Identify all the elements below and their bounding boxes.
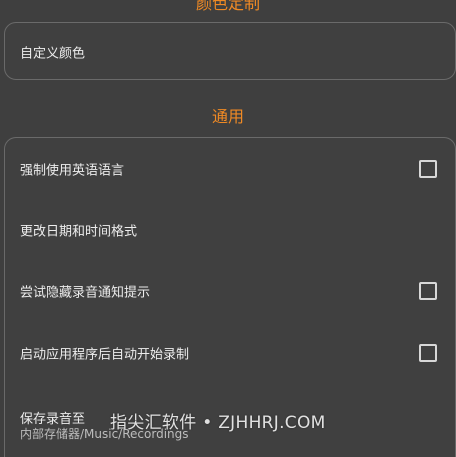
section-title-color-customization: 颜色定制	[195, 0, 260, 13]
hide-recording-notification-option[interactable]: 尝试隐藏录音通知提示	[5, 271, 455, 311]
date-time-format-label: 更改日期和时间格式	[20, 224, 138, 240]
hide-recording-notification-label: 尝试隐藏录音通知提示	[20, 285, 151, 301]
auto-start-recording-option[interactable]: 启动应用程序后自动开始录制	[5, 333, 455, 373]
force-english-label: 强制使用英语语言	[20, 163, 125, 179]
custom-color-option[interactable]: 自定义颜色	[5, 32, 455, 72]
force-english-option[interactable]: 强制使用英语语言	[5, 149, 455, 189]
auto-start-recording-checkbox[interactable]	[419, 344, 437, 362]
custom-color-label: 自定义颜色	[20, 46, 86, 62]
force-english-checkbox[interactable]	[419, 160, 437, 178]
date-time-format-option[interactable]: 更改日期和时间格式	[5, 210, 455, 250]
watermark: 指尖汇软件 • ZJHHRJ.COM	[110, 413, 326, 433]
hide-recording-notification-checkbox[interactable]	[419, 282, 437, 300]
section-title-general: 通用	[211, 107, 244, 126]
color-customization-card: 自定义颜色	[4, 22, 456, 80]
auto-start-recording-label: 启动应用程序后自动开始录制	[20, 347, 190, 363]
